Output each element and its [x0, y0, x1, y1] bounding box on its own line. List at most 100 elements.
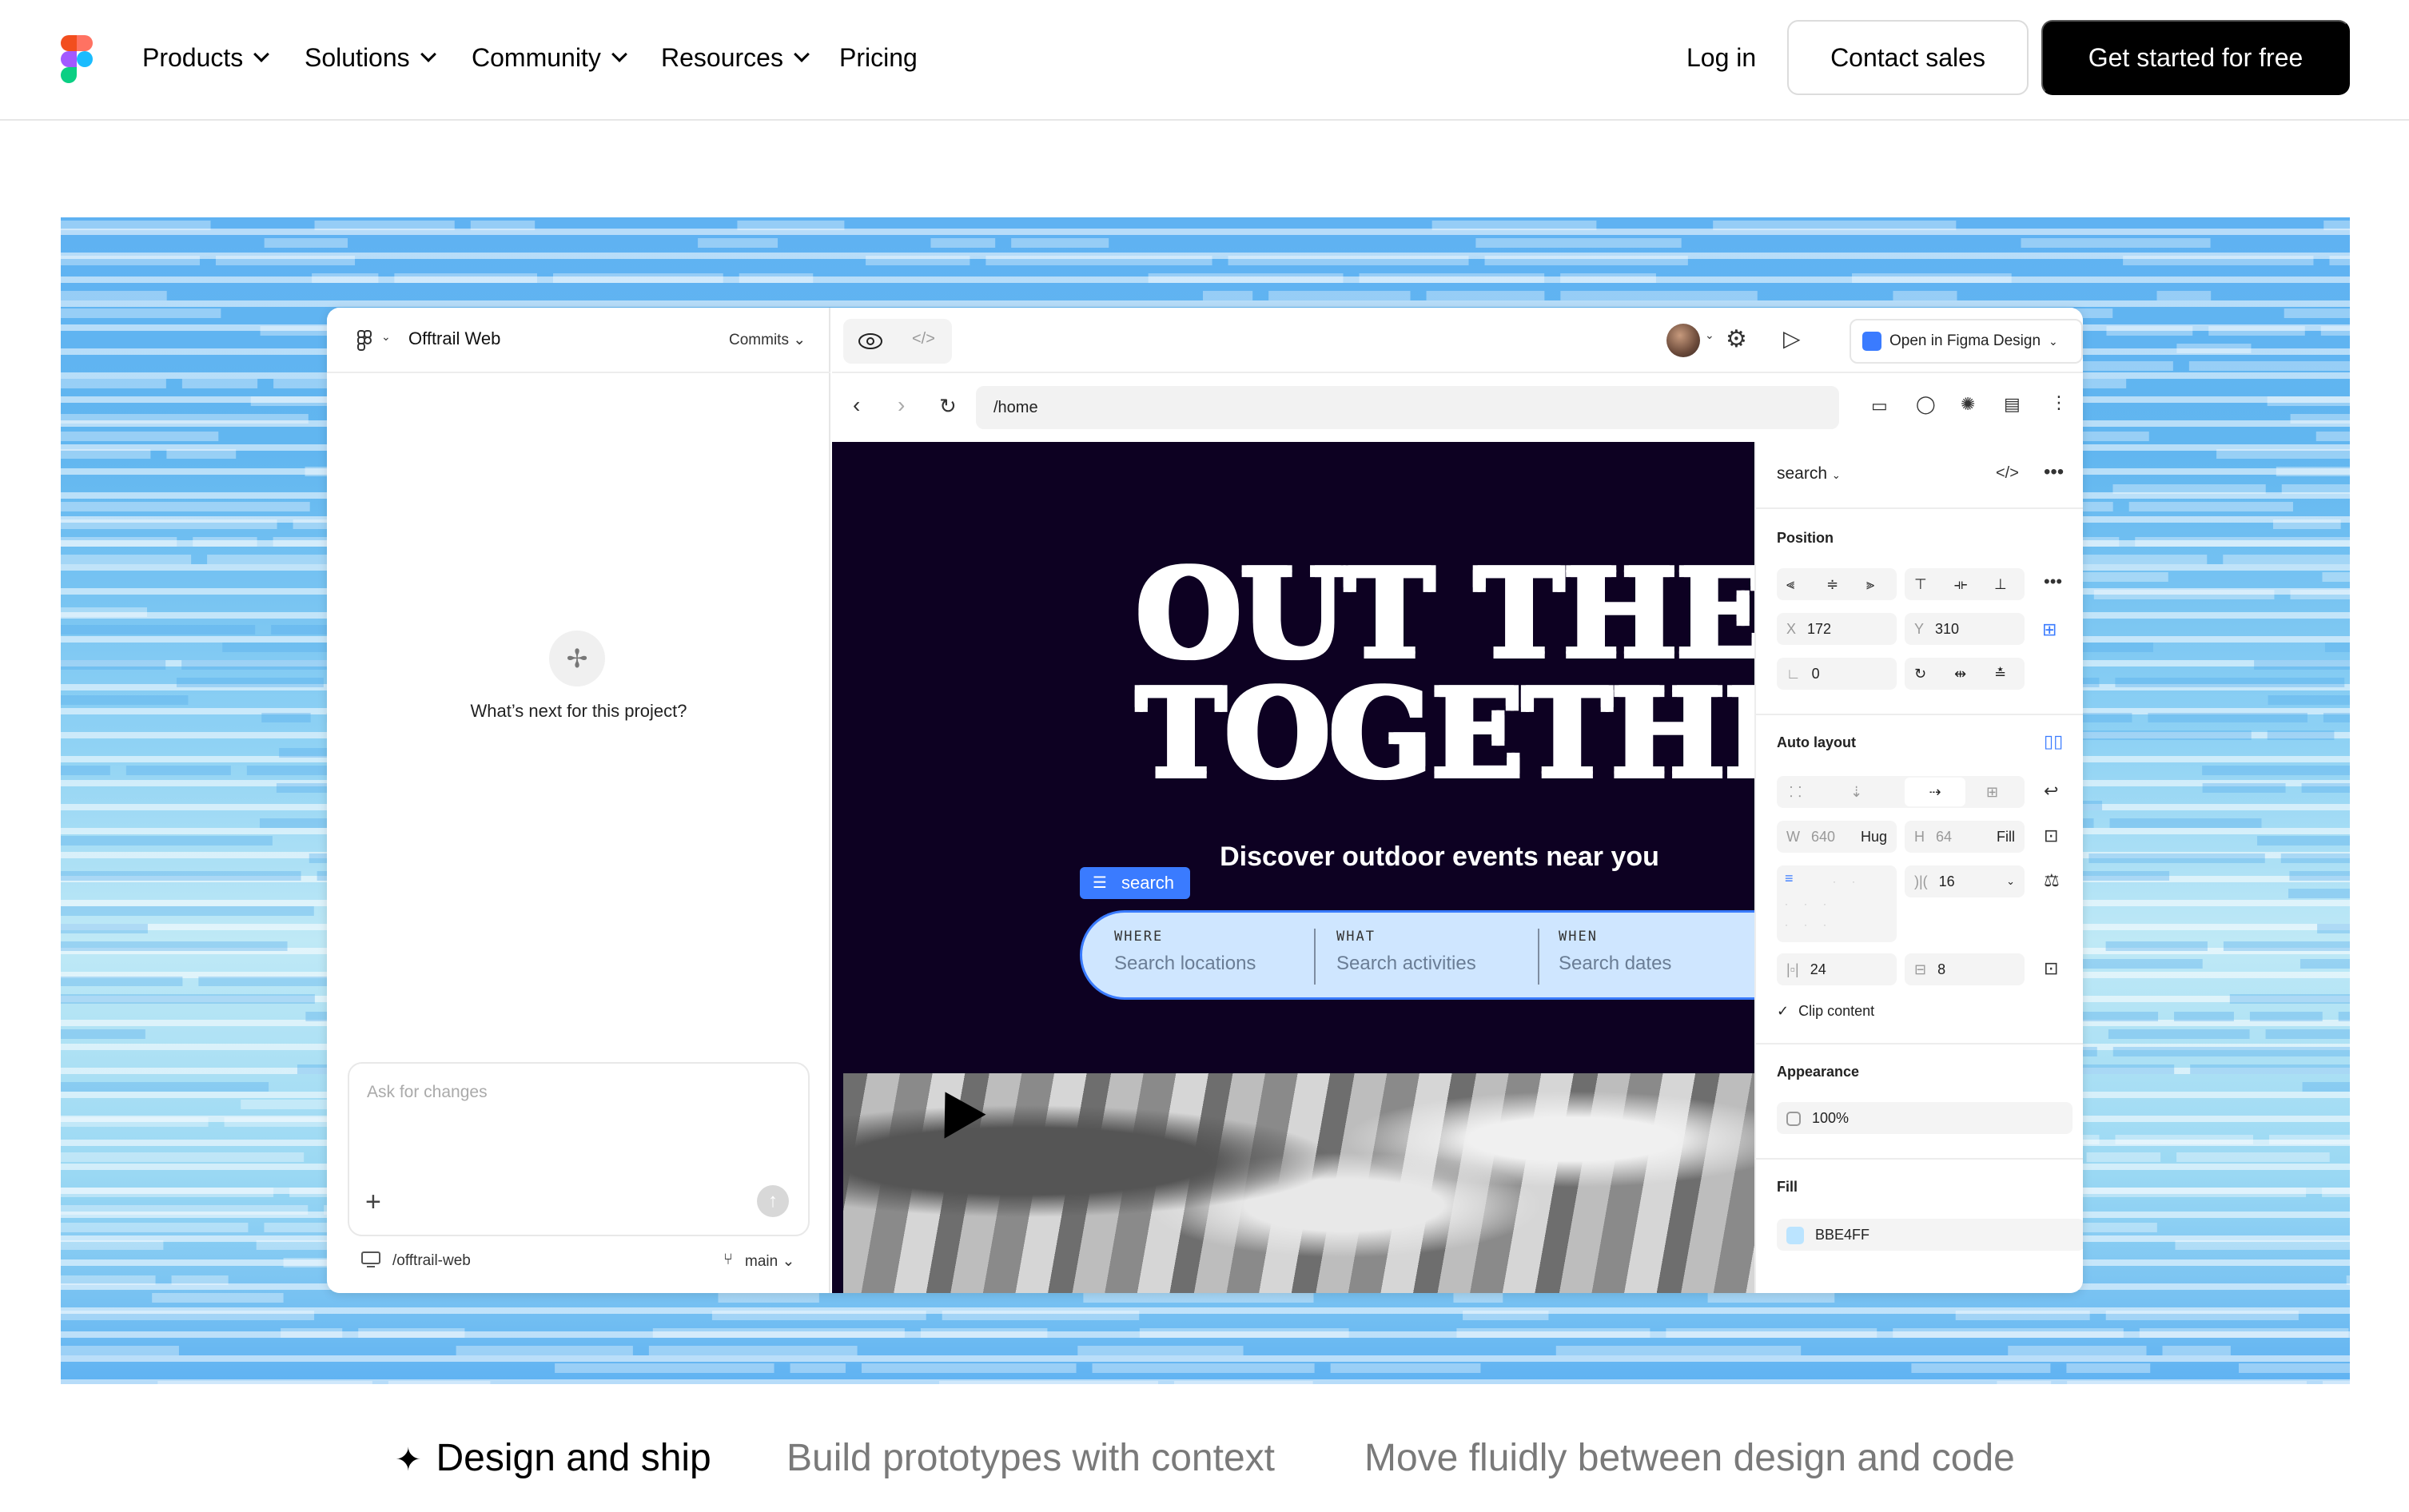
- layout-free-icon[interactable]: ⸬: [1790, 776, 1802, 808]
- resize-icon[interactable]: ⊡: [2044, 826, 2058, 846]
- align-center-icon[interactable]: ≑: [1826, 568, 1838, 600]
- add-icon[interactable]: +: [365, 1188, 381, 1216]
- reload-icon[interactable]: ↻: [939, 394, 957, 419]
- inspect-icon[interactable]: ✺: [1961, 394, 1975, 415]
- stripe: [61, 1346, 179, 1355]
- w-mode: Hug: [1860, 829, 1887, 845]
- x-value: 172: [1807, 621, 1832, 637]
- contact-sales-button[interactable]: Contact sales: [1787, 20, 2029, 95]
- layout-grid-icon[interactable]: ⊞: [1986, 776, 1998, 808]
- get-started-button[interactable]: Get started for free: [2041, 20, 2350, 95]
- gap-input[interactable]: )|(16 ⌄: [1905, 865, 2025, 897]
- comment-icon[interactable]: ◯: [1916, 394, 1936, 415]
- tab-move-fluidly[interactable]: Move fluidly between design and code: [1364, 1430, 2015, 1486]
- nav-resources[interactable]: Resources: [661, 38, 810, 77]
- search-what-field[interactable]: WHAT Search activities: [1336, 929, 1476, 975]
- individual-padding-icon[interactable]: ⊡: [2044, 958, 2058, 979]
- gap-icon: )|(: [1914, 873, 1928, 889]
- ask-input[interactable]: Ask for changes + ↑: [348, 1062, 810, 1236]
- fill-input[interactable]: BBE4FF: [1777, 1219, 2083, 1251]
- stripe: [2315, 432, 2350, 441]
- align-right-icon[interactable]: ⫸: [1866, 568, 1874, 600]
- alignment-grid[interactable]: ≡ · · · · · · · ·: [1777, 865, 1897, 942]
- clip-content-checkbox[interactable]: ✓ Clip content: [1777, 1003, 1874, 1020]
- spacing-settings-icon[interactable]: ⚖: [2044, 870, 2060, 891]
- url-input[interactable]: /home: [976, 386, 1839, 429]
- fill-section-title: Fill: [1777, 1179, 1798, 1195]
- commits-dropdown[interactable]: Commits ⌄: [729, 331, 806, 349]
- stripe: [2073, 572, 2168, 582]
- branch-selector[interactable]: main ⌄: [745, 1252, 794, 1271]
- gear-icon[interactable]: ⚙: [1726, 325, 1747, 353]
- padding-horizontal-input[interactable]: |▫| 24: [1777, 953, 1897, 985]
- layout-direction-group[interactable]: ⸬ ⇣ ⇢ ⊞: [1777, 776, 2025, 808]
- stripe: [166, 449, 237, 459]
- y-input[interactable]: Y 310: [1905, 613, 2025, 645]
- divider: [1756, 1158, 2083, 1160]
- search-bar[interactable]: WHERE Search locations WHAT Search activ…: [1080, 910, 1754, 1000]
- layout-vertical-icon[interactable]: ⇣: [1850, 776, 1862, 808]
- rotate-icon[interactable]: ↻: [1914, 658, 1926, 690]
- site-preview[interactable]: OUT THERE TOGETHER Discover outdoor even…: [832, 442, 1754, 1293]
- view-mode-toggle[interactable]: </>: [843, 319, 952, 364]
- opacity-input[interactable]: 100%: [1777, 1102, 2073, 1134]
- more-horizontal-icon[interactable]: •••: [2044, 571, 2062, 592]
- tab-build-prototypes[interactable]: Build prototypes with context: [786, 1430, 1275, 1486]
- more-vertical-icon[interactable]: ⋮: [2050, 392, 2068, 413]
- code-icon[interactable]: </>: [912, 330, 935, 348]
- send-arrow-icon[interactable]: ↑: [757, 1185, 789, 1217]
- align-bottom-icon[interactable]: ⊥: [1994, 568, 2007, 600]
- login-link[interactable]: Log in: [1686, 38, 1756, 77]
- figma-logo[interactable]: [61, 35, 93, 83]
- open-in-figma-button[interactable]: Open in Figma Design ⌄: [1850, 319, 2083, 364]
- transform-group[interactable]: ↻ ⇹ ≛: [1905, 658, 2025, 690]
- stripe: [737, 221, 845, 230]
- stripe: [61, 994, 315, 1004]
- layout-horizontal-icon[interactable]: ⇢: [1905, 778, 1965, 806]
- tab-design-and-ship[interactable]: ✦ Design and ship: [395, 1430, 711, 1488]
- wrap-icon[interactable]: ↩: [2044, 781, 2058, 802]
- chevron-down-icon: ⌄: [1705, 328, 1714, 341]
- search-where-field[interactable]: WHERE Search locations: [1114, 929, 1256, 975]
- rotation-input[interactable]: ∟ 0: [1777, 658, 1897, 690]
- nav-solutions[interactable]: Solutions: [305, 38, 436, 77]
- stripe: [312, 273, 379, 283]
- constraints-icon[interactable]: ⊞: [2042, 619, 2057, 640]
- figma-menu-icon[interactable]: [356, 329, 376, 352]
- stripe: [193, 537, 257, 547]
- auto-layout-icon[interactable]: ▯▯: [2044, 731, 2063, 752]
- stripe: [2223, 941, 2350, 951]
- flip-vertical-icon[interactable]: ≛: [1994, 658, 2006, 690]
- vertical-align-group[interactable]: ⊤ ⟛ ⊥: [1905, 568, 2025, 600]
- eye-icon[interactable]: [858, 332, 883, 351]
- code-icon[interactable]: </>: [1996, 464, 2019, 483]
- notes-icon[interactable]: ▤: [2004, 394, 2021, 415]
- stripe: [1463, 1311, 1549, 1320]
- nav-pricing[interactable]: Pricing: [839, 38, 918, 77]
- height-input[interactable]: H 64 Fill: [1905, 821, 2025, 853]
- fill-swatch[interactable]: [1786, 1227, 1804, 1245]
- horizontal-align-group[interactable]: ⫷ ≑ ⫸: [1777, 568, 1897, 600]
- search-when-field[interactable]: WHEN Search dates: [1559, 929, 1671, 975]
- x-input[interactable]: X 172: [1777, 613, 1897, 645]
- avatar[interactable]: [1666, 324, 1700, 357]
- align-top-left-icon[interactable]: ≡: [1785, 870, 1794, 886]
- flip-horizontal-icon[interactable]: ⇹: [1954, 658, 1966, 690]
- forward-icon[interactable]: ›: [898, 392, 905, 418]
- top-nav: Products Solutions Community Resources P…: [0, 0, 2409, 121]
- play-icon[interactable]: ▷: [1783, 325, 1801, 352]
- back-icon[interactable]: ‹: [853, 392, 860, 418]
- more-horizontal-icon[interactable]: •••: [2044, 461, 2064, 483]
- stripe: [61, 537, 177, 547]
- align-left-icon[interactable]: ⫷: [1786, 568, 1794, 600]
- nav-community[interactable]: Community: [472, 38, 627, 77]
- device-icon[interactable]: ▭: [1871, 396, 1888, 416]
- nav-products[interactable]: Products: [142, 38, 270, 77]
- stripe: [1083, 1293, 1314, 1303]
- stripe: [2112, 1047, 2350, 1056]
- align-middle-icon[interactable]: ⟛: [1954, 568, 1967, 600]
- width-input[interactable]: W 640 Hug: [1777, 821, 1897, 853]
- padding-vertical-input[interactable]: ⊟ 8: [1905, 953, 2025, 985]
- layer-name-dropdown[interactable]: search ⌄: [1777, 464, 1841, 483]
- align-top-icon[interactable]: ⊤: [1914, 568, 1927, 600]
